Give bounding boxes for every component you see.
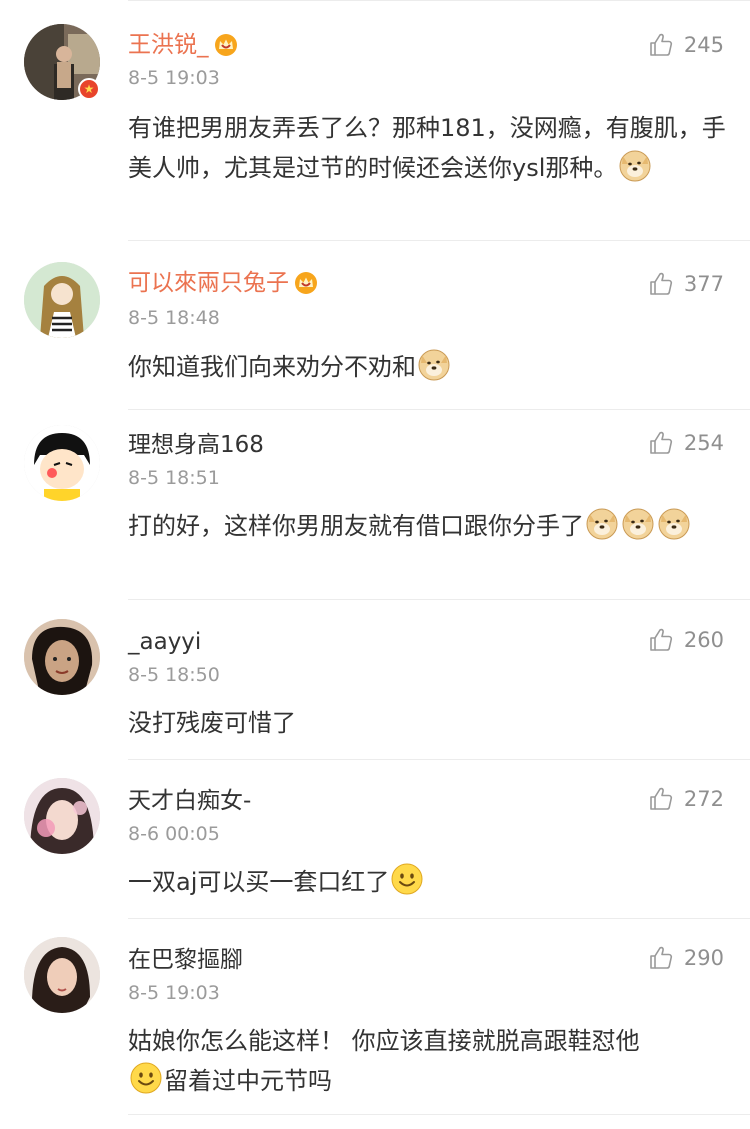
avatar[interactable] bbox=[24, 937, 100, 1013]
comment-text: 你知道我们向来劝分不劝和 bbox=[128, 353, 416, 381]
username-text[interactable]: 在巴黎摳腳 bbox=[128, 945, 243, 975]
like-count: 290 bbox=[683, 946, 724, 970]
comment-content: 有谁把男朋友弄丢了么？那种181，没网瘾，有腹肌，手美人帅，尤其是过节的时候还会… bbox=[128, 108, 728, 188]
like-button[interactable]: 377 bbox=[648, 271, 724, 297]
comment-time: 8-5 19:03 bbox=[128, 982, 220, 1004]
username-text[interactable]: 王洪锐_ bbox=[128, 30, 209, 60]
verified-badge-icon: ★ bbox=[78, 78, 100, 100]
comment-content: 一双aj可以买一套口红了 bbox=[128, 862, 728, 902]
like-count: 254 bbox=[683, 431, 724, 455]
comment-text: 姑娘你怎么能这样！ 你应该直接就脱高跟鞋怼他 bbox=[128, 1027, 640, 1055]
top-divider bbox=[128, 0, 750, 1]
like-count: 272 bbox=[683, 787, 724, 811]
avatar[interactable] bbox=[24, 619, 100, 695]
thumbs-up-icon bbox=[648, 786, 674, 812]
like-button[interactable]: 260 bbox=[648, 627, 724, 653]
like-button[interactable]: 254 bbox=[648, 430, 724, 456]
thumbs-up-icon bbox=[648, 271, 674, 297]
divider bbox=[128, 918, 750, 919]
vip-crown-icon bbox=[293, 271, 319, 295]
doge-emoji bbox=[417, 347, 451, 381]
comment-time: 8-5 18:50 bbox=[128, 664, 220, 686]
like-button[interactable]: 272 bbox=[648, 786, 724, 812]
username[interactable]: 天才白痴女- bbox=[128, 786, 251, 816]
comment-text: 没打残废可惜了 bbox=[128, 709, 296, 737]
comment-content: 没打残废可惜了 bbox=[128, 703, 728, 743]
comment-content: 你知道我们向来劝分不劝和 bbox=[128, 347, 728, 387]
smile-emoji bbox=[390, 862, 424, 896]
divider bbox=[128, 759, 750, 760]
username-text[interactable]: 理想身高168 bbox=[128, 430, 264, 460]
username-text[interactable]: 可以來兩只兔子 bbox=[128, 268, 289, 298]
username-text[interactable]: _aayyi bbox=[128, 627, 201, 657]
like-count: 245 bbox=[683, 33, 724, 57]
comment-content: 姑娘你怎么能这样！ 你应该直接就脱高跟鞋怼他留着过中元节吗 bbox=[128, 1021, 728, 1101]
vip-crown-icon bbox=[213, 33, 239, 57]
like-button[interactable]: 290 bbox=[648, 945, 724, 971]
username[interactable]: 可以來兩只兔子 bbox=[128, 268, 319, 298]
avatar[interactable] bbox=[24, 425, 100, 501]
smile-emoji bbox=[129, 1061, 163, 1095]
doge-emoji bbox=[618, 148, 652, 182]
username[interactable]: 理想身高168 bbox=[128, 430, 264, 460]
comment-text: 一双aj可以买一套口红了 bbox=[128, 868, 390, 896]
divider bbox=[128, 240, 750, 241]
divider bbox=[128, 409, 750, 410]
avatar[interactable] bbox=[24, 262, 100, 338]
doge-emoji bbox=[657, 506, 691, 540]
username-text[interactable]: 天才白痴女- bbox=[128, 786, 251, 816]
comment-content: 打的好，这样你男朋友就有借口跟你分手了 bbox=[128, 506, 728, 546]
divider bbox=[128, 599, 750, 600]
comment-text-cont: 留着过中元节吗 bbox=[164, 1067, 332, 1095]
thumbs-up-icon bbox=[648, 945, 674, 971]
doge-emoji bbox=[585, 506, 619, 540]
username[interactable]: 王洪锐_ bbox=[128, 30, 239, 60]
comment-text: 打的好，这样你男朋友就有借口跟你分手了 bbox=[128, 512, 584, 540]
like-count: 377 bbox=[683, 272, 724, 296]
divider bbox=[128, 1114, 750, 1115]
like-count: 260 bbox=[683, 628, 724, 652]
comment-time: 8-5 18:48 bbox=[128, 307, 220, 329]
comment-time: 8-5 19:03 bbox=[128, 67, 220, 89]
comment-time: 8-6 00:05 bbox=[128, 823, 220, 845]
doge-emoji bbox=[621, 506, 655, 540]
thumbs-up-icon bbox=[648, 430, 674, 456]
username[interactable]: 在巴黎摳腳 bbox=[128, 945, 243, 975]
thumbs-up-icon bbox=[648, 32, 674, 58]
thumbs-up-icon bbox=[648, 627, 674, 653]
comment-time: 8-5 18:51 bbox=[128, 467, 220, 489]
avatar[interactable] bbox=[24, 778, 100, 854]
username[interactable]: _aayyi bbox=[128, 627, 201, 657]
like-button[interactable]: 245 bbox=[648, 32, 724, 58]
